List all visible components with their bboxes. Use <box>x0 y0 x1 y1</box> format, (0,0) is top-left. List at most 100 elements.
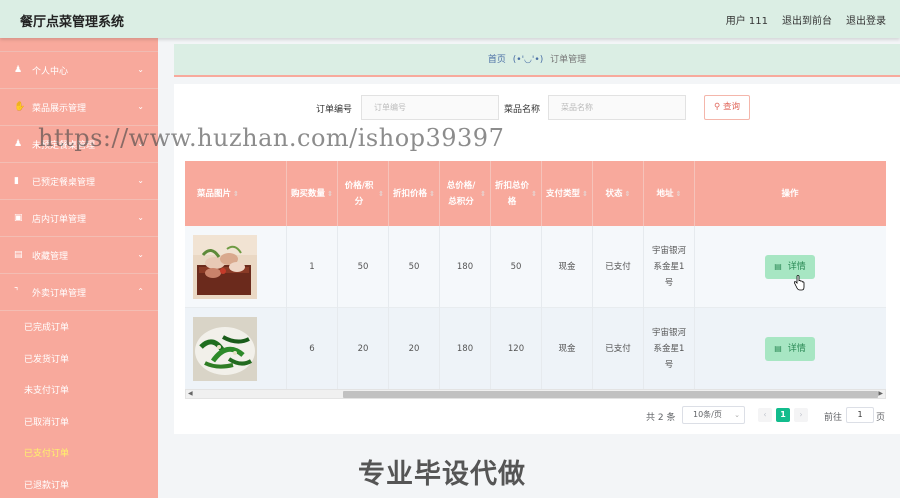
watermark-caption: 专业毕设代做 <box>358 459 526 490</box>
breadcrumb-home[interactable]: 首页 <box>488 55 506 65</box>
chevron-down-icon: ⌄ <box>137 102 144 111</box>
order-no-input[interactable]: 订单编号 <box>361 95 499 120</box>
sidebar-item-label: 个人中心 <box>32 66 69 77</box>
column-header[interactable]: 折扣总价格 ⇕ <box>491 161 542 226</box>
page-number-current[interactable]: 1 <box>776 408 790 422</box>
user-label[interactable]: 用户 111 <box>726 12 768 27</box>
table-header: 菜品图片 ⇕ 购买数量 ⇕ 价格/积分 ⇕ 折扣价格 ⇕ 总价格/总积分 ⇕ 折扣总价格 ⇕… <box>185 161 886 226</box>
total-cell: 180 <box>440 226 491 308</box>
bar-chart-icon: ▮ <box>14 176 19 186</box>
action-cell: ▤ 详情 <box>695 308 885 390</box>
breadcrumb-separator: (•'◡'•) <box>512 55 544 65</box>
goto-label: 前往 <box>824 413 843 423</box>
horizontal-scrollbar[interactable]: ◀ ▶ <box>185 389 886 399</box>
column-header[interactable]: 价格/积分 ⇕ <box>338 161 389 226</box>
thumbs-up-icon: ✋ <box>14 102 26 112</box>
action-cell: ▤ 详情 <box>695 226 885 308</box>
column-header[interactable]: 地址 ⇕ <box>644 161 695 226</box>
sort-icon: ⇕ <box>327 189 333 198</box>
pagination-total: 共 2 条 <box>646 413 676 423</box>
detail-button[interactable]: ▤ 详情 <box>765 337 815 361</box>
sidebar-item-label: 收藏管理 <box>32 251 69 262</box>
chevron-down-icon: ⌄ <box>137 65 144 74</box>
search-icon: ⚲ <box>714 102 721 112</box>
scroll-left-arrow-icon[interactable]: ◀ <box>188 390 193 397</box>
page-size-select[interactable]: 10条/页 ⌄ <box>682 406 745 424</box>
discount-price-cell: 50 <box>389 226 440 308</box>
column-header[interactable]: 支付类型 ⇕ <box>542 161 593 226</box>
dish-image-cell <box>185 226 287 308</box>
sidebar-item-label: 外卖订单管理 <box>32 288 87 299</box>
monitor-icon: ▣ <box>14 213 23 223</box>
sort-icon: ⇕ <box>675 189 682 198</box>
address-cell: 宇宙银河系金星1号 <box>644 308 695 390</box>
breadcrumb-current: 订单管理 <box>550 55 587 65</box>
column-header[interactable]: 状态 ⇕ <box>593 161 644 226</box>
column-header: 操作 <box>781 188 799 199</box>
scrollbar-thumb[interactable] <box>343 391 878 398</box>
price-cell: 50 <box>338 226 389 308</box>
sidebar-item-reserved-tables[interactable]: ▮ 已预定餐桌管理 ⌄ <box>0 163 158 200</box>
hand-cursor-icon <box>794 275 805 291</box>
document-icon: ▤ <box>774 262 782 271</box>
back-to-front-link[interactable]: 退出到前台 <box>782 12 832 27</box>
column-header[interactable]: 总价格/总积分 ⇕ <box>440 161 491 226</box>
status-cell: 已支付 <box>593 308 644 390</box>
qty-cell: 1 <box>287 226 338 308</box>
dish-photo <box>193 235 257 299</box>
top-bar: 餐厅点菜管理系统 用户 111 退出到前台 退出登录 <box>0 0 900 38</box>
submenu-item-refunded[interactable]: 已退款订单 <box>0 469 158 498</box>
column-header[interactable]: 折扣价格 ⇕ <box>389 161 440 226</box>
next-page-button[interactable]: › <box>794 408 808 422</box>
sidebar-item-favorites[interactable]: ▤ 收藏管理 ⌄ <box>0 237 158 274</box>
detail-button-label: 详情 <box>787 262 806 272</box>
chevron-down-icon: ⌄ <box>734 411 740 419</box>
submenu-item-unpaid[interactable]: 未支付订单 <box>0 374 158 406</box>
order-no-label: 订单编号 <box>316 105 353 115</box>
goto-page-input[interactable]: 1 <box>846 407 874 423</box>
orders-table: 菜品图片 ⇕ 购买数量 ⇕ 价格/积分 ⇕ 折扣价格 ⇕ 总价格/总积分 ⇕ 折扣总价格 ⇕… <box>185 161 886 397</box>
watermark-url: https://www.huzhan.com/ishop39397 <box>38 124 505 152</box>
dish-name-input[interactable]: 菜品名称 <box>548 95 686 120</box>
sidebar-item-label: 已预定餐桌管理 <box>32 177 96 188</box>
sidebar-item-dine-in-orders[interactable]: ▣ 店内订单管理 ⌄ <box>0 200 158 237</box>
prev-page-button[interactable]: ‹ <box>758 408 772 422</box>
sidebar-item-profile[interactable]: ♟ 个人中心 ⌄ <box>0 52 158 89</box>
top-bar-actions: 用户 111 退出到前台 退出登录 <box>726 12 886 27</box>
price-cell: 20 <box>338 308 389 390</box>
discount-total-cell: 120 <box>491 308 542 390</box>
submenu-item-shipped[interactable]: 已发货订单 <box>0 343 158 375</box>
query-button-label: 查询 <box>722 102 740 112</box>
submenu-item-paid[interactable]: 已支付订单 <box>0 437 158 469</box>
chevron-up-icon: ⌃ <box>137 287 144 296</box>
pay-type-cell: 现金 <box>542 308 593 390</box>
dish-image-cell <box>185 308 287 390</box>
sidebar-item-takeout-orders[interactable]: ⌝ 外卖订单管理 ⌃ <box>0 274 158 311</box>
column-header[interactable]: 菜品图片 ⇕ <box>185 161 287 226</box>
sidebar-item-dish-display[interactable]: ✋ 菜品展示管理 ⌄ <box>0 89 158 126</box>
logout-link[interactable]: 退出登录 <box>846 12 886 27</box>
query-button[interactable]: ⚲ 查询 <box>704 95 750 120</box>
table-row: 6 20 20 180 120 现金 已支付 宇宙银河系金星1号 ▤ 详情 <box>185 308 886 390</box>
sort-icon: ⇕ <box>582 189 588 198</box>
scroll-right-arrow-icon[interactable]: ▶ <box>878 390 883 397</box>
discount-total-cell: 50 <box>491 226 542 308</box>
sidebar-item-label: 店内订单管理 <box>32 214 87 225</box>
dish-name-label: 菜品名称 <box>504 105 541 115</box>
detail-button-label: 详情 <box>787 344 806 354</box>
discount-price-cell: 20 <box>389 308 440 390</box>
breadcrumb: 首页 (•'◡'•) 订单管理 <box>174 44 900 77</box>
submenu-item-cancelled[interactable]: 已取消订单 <box>0 406 158 438</box>
sort-icon: ⇕ <box>429 189 435 198</box>
chat-icon: ▤ <box>14 250 23 260</box>
sidebar-top-spacer <box>0 38 158 52</box>
document-icon: ▤ <box>774 344 782 353</box>
column-header[interactable]: 购买数量 ⇕ <box>287 161 338 226</box>
qty-cell: 6 <box>287 308 338 390</box>
submenu-item-completed[interactable]: 已完成订单 <box>0 311 158 343</box>
pagination: 共 2 条 10条/页 ⌄ ‹ 1 › 前往 1 页 <box>174 406 900 426</box>
sidebar-item-label: 菜品展示管理 <box>32 103 87 114</box>
detail-button[interactable]: ▤ 详情 <box>765 255 815 279</box>
address-cell: 宇宙银河系金星1号 <box>644 226 695 308</box>
total-cell: 180 <box>440 308 491 390</box>
